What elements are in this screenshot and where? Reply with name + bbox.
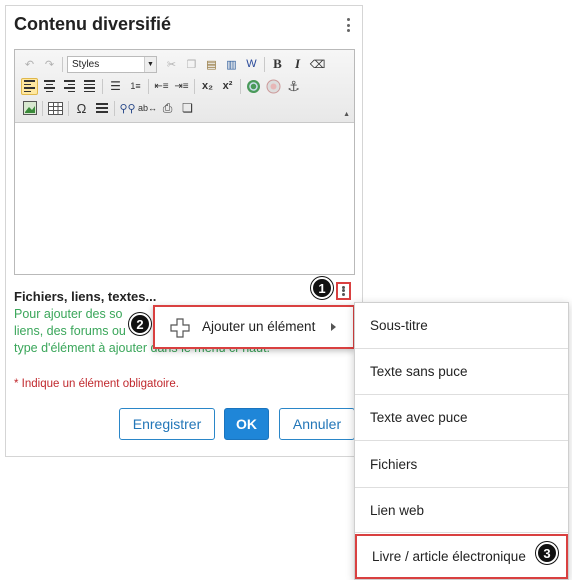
plus-icon [170,318,190,338]
outdent-icon[interactable]: ⇤≡ [153,78,170,95]
templates-icon[interactable]: ❏ [179,100,196,117]
unlink-icon[interactable] [265,78,282,95]
ordered-list-icon[interactable]: 1≡ [127,78,144,95]
print-icon[interactable]: ⎙ [159,100,176,117]
align-left-icon[interactable] [21,77,38,95]
panel-menu-icon[interactable] [341,16,355,34]
toolbar-separator [62,56,63,72]
indent-icon[interactable]: ⇥≡ [173,78,190,95]
submenu-item-sous-titre[interactable]: Sous-titre [355,303,568,348]
add-element-label: Ajouter un élément [202,319,316,334]
paste-icon[interactable]: ▤ [203,56,220,73]
superscript-icon[interactable]: x² [219,78,236,95]
paste-word-icon[interactable]: W [243,56,260,73]
toolbar-separator [264,56,265,72]
submenu-item-texte-sans-puce[interactable]: Texte sans puce [355,349,568,394]
table-icon[interactable] [47,100,64,117]
editor-toolbar: ↶ ↷ Styles ▼ ✂ ❐ ▤ ▥ W B I ⌫ ☰ 1≡ ⇤≡ ⇥≡ … [15,50,354,123]
save-button[interactable]: Enregistrer [119,408,215,440]
step-badge-1: 1 [311,277,333,299]
submenu-divider [355,532,568,533]
undo-icon[interactable]: ↶ [21,56,38,73]
toolbar-separator [68,100,69,116]
collapse-toolbar-icon[interactable]: ▲ [343,111,350,118]
chevron-right-icon [331,323,336,331]
add-element-menu-item[interactable]: Ajouter un élément [153,305,355,349]
files-section-label: Fichiers, liens, textes... [14,289,157,304]
subscript-icon[interactable]: x₂ [199,78,216,95]
submenu-item-lien-web[interactable]: Lien web [355,488,568,532]
paste-text-icon[interactable]: ▥ [223,56,240,73]
cut-icon[interactable]: ✂ [163,56,180,73]
unordered-list-icon[interactable]: ☰ [107,78,124,95]
image-icon[interactable] [21,100,38,117]
toolbar-separator [114,100,115,116]
link-icon[interactable] [245,78,262,95]
cancel-button[interactable]: Annuler [279,408,355,440]
toolbar-separator [148,78,149,94]
submenu-item-fichiers[interactable]: Fichiers [355,441,568,487]
copy-icon[interactable]: ❐ [183,56,200,73]
align-center-icon[interactable] [41,78,58,95]
anchor-icon[interactable]: ⚓ [285,78,302,95]
italic-icon[interactable]: I [289,56,306,73]
styles-dropdown-label: Styles [72,58,100,70]
find-icon[interactable]: ⚲⚲ [119,100,136,117]
replace-icon[interactable]: ab↔ [138,100,157,117]
required-note: * Indique un élément obligatoire. [14,378,179,390]
toolbar-separator [42,100,43,116]
content-panel: Contenu diversifié ↶ ↷ Styles ▼ ✂ ❐ ▤ ▥ … [5,5,363,457]
ok-button[interactable]: OK [224,408,269,440]
styles-dropdown[interactable]: Styles ▼ [67,55,157,73]
chevron-down-icon: ▼ [144,56,156,72]
rich-text-editor[interactable]: ↶ ↷ Styles ▼ ✂ ❐ ▤ ▥ W B I ⌫ ☰ 1≡ ⇤≡ ⇥≡ … [14,49,355,275]
files-menu-icon[interactable] [336,282,351,300]
toolbar-separator [102,78,103,94]
justify-icon[interactable] [81,78,98,95]
toolbar-separator [194,78,195,94]
bold-icon[interactable]: B [269,56,286,73]
redo-icon[interactable]: ↷ [41,56,58,73]
step-badge-2: 2 [129,313,151,335]
toolbar-separator [240,78,241,94]
submenu-item-texte-avec-puce[interactable]: Texte avec puce [355,395,568,440]
eraser-icon[interactable]: ⌫ [309,56,326,73]
horizontal-rule-icon[interactable] [93,100,110,117]
special-char-icon[interactable]: Ω [73,100,90,117]
panel-title: Contenu diversifié [14,14,172,34]
step-badge-3: 3 [536,542,558,564]
element-type-submenu: Sous-titre Texte sans puce Texte avec pu… [354,302,569,580]
align-right-icon[interactable] [61,78,78,95]
